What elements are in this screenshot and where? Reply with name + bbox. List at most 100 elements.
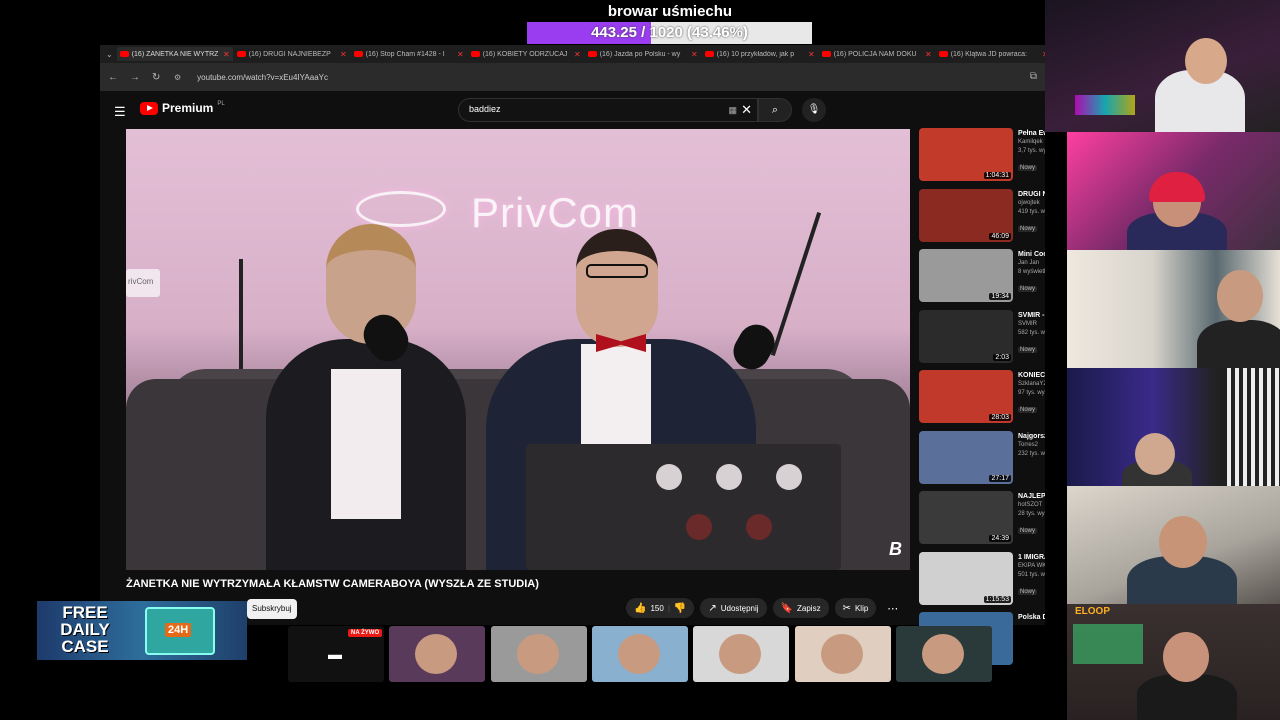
- like-button[interactable]: 👍 150 | 👎: [626, 598, 695, 618]
- more-options-icon[interactable]: ⋯: [882, 602, 903, 615]
- channel-avatar-tile[interactable]: [389, 626, 486, 682]
- recommendation-channel[interactable]: hotSZOT: [1018, 501, 1045, 510]
- recommendation-title[interactable]: Polska Decyd: [1018, 613, 1045, 622]
- search-input[interactable]: baddiez: [469, 104, 501, 114]
- promo-banner[interactable]: FREE DAILY CASE 24H: [37, 601, 247, 660]
- close-tab-icon[interactable]: ✕: [223, 50, 230, 59]
- browser-tab[interactable]: (16) KOBIETY ODRZUCAJ ✕: [468, 47, 584, 61]
- share-button[interactable]: ↗ Udostępnij: [700, 598, 767, 618]
- youtube-logo[interactable]: Premium PL: [140, 101, 225, 115]
- close-tab-icon[interactable]: ✕: [457, 50, 464, 59]
- recommendation-channel[interactable]: Kamilqek: [1018, 138, 1045, 147]
- close-tab-icon[interactable]: ✕: [574, 50, 581, 59]
- laptop-sticker: [716, 464, 742, 490]
- recommendation-thumbnail[interactable]: 28:03: [919, 370, 1013, 423]
- recommendation-channel[interactable]: SzklanaY2J: [1018, 380, 1045, 389]
- save-button[interactable]: 🔖 Zapisz: [772, 598, 829, 618]
- recommendation-channel[interactable]: SVMIR: [1018, 320, 1045, 329]
- recommendation-title[interactable]: KONIEC RAND MAMMON ZA: [1018, 371, 1045, 380]
- recommendation-title[interactable]: 1 IMIGRANT w: [1018, 553, 1045, 562]
- recommendation-item[interactable]: 27:17 Najgorszy RoTorres2232 tys. wyświet…: [919, 430, 1045, 486]
- youtube-favicon-icon: [587, 51, 597, 57]
- video-duration: 19:34: [989, 293, 1011, 300]
- close-tab-icon[interactable]: ✕: [691, 50, 698, 59]
- stream-screen: browar uśmiechu 443.25 / 1020 (43.46%) ⌄…: [0, 0, 1280, 720]
- host-man-shirt: [581, 344, 651, 454]
- logo-region: PL: [217, 101, 225, 107]
- recommendation-title[interactable]: Pełna Ewolucja (Ciemna Stro: [1018, 129, 1045, 138]
- recommendation-item[interactable]: 19:34 Mini Cooper SJan Jan8 wyświetleń Now…: [919, 249, 1045, 304]
- recommendation-item[interactable]: 46:09 DRUGI NAJNIEBEZPojwojtek419 tys. wy…: [919, 188, 1045, 244]
- recommendation-channel[interactable]: EKIPA WK: [1018, 562, 1045, 571]
- like-count: 150: [650, 603, 664, 613]
- video-duration: 24:39: [989, 535, 1011, 542]
- recommendation-channel[interactable]: Jan Jan: [1018, 259, 1045, 268]
- recommendation-thumbnail[interactable]: 27:17: [919, 430, 1013, 484]
- recommendation-channel[interactable]: Torres2: [1018, 441, 1045, 450]
- recommendation-info: SVMIR - NIE M (Official VideoSVMIR582 ty…: [1018, 311, 1045, 356]
- close-tab-icon[interactable]: ✕: [808, 50, 815, 59]
- search-box[interactable]: baddiez ▦ ✕: [458, 98, 758, 122]
- search-button[interactable]: ⌕: [758, 98, 792, 122]
- youtube-favicon-icon: [119, 51, 129, 57]
- avatar: [415, 634, 458, 674]
- url-field[interactable]: youtube.com/watch?v=xEu4IYAaaYc: [197, 73, 328, 82]
- browser-tab[interactable]: (16) ŻANETKA NIE WYTRZ ✕: [116, 47, 233, 61]
- recommendation-views: 501 tys. wyświetl: [1018, 571, 1045, 578]
- youtube-favicon-icon: [470, 51, 480, 57]
- recommendation-title[interactable]: NAJLEPSZY F RADO, MINI O: [1018, 492, 1045, 501]
- clip-button[interactable]: ✂ Klip: [834, 598, 877, 618]
- voice-search-button[interactable]: 🎙: [802, 98, 826, 122]
- promo-box-label: 24H: [165, 623, 192, 637]
- recommendation-channel[interactable]: ojwojtek: [1018, 199, 1045, 208]
- recommendation-title[interactable]: DRUGI NAJNIEBEZP: [1018, 190, 1045, 199]
- keyboard-icon[interactable]: ▦: [728, 105, 737, 116]
- recommendation-item[interactable]: 1:04:31 Pełna Ewolucja (Ciemna StroKamilq…: [919, 128, 1045, 183]
- browser-tab[interactable]: (16) POLICJA NAM DOKU ✕: [819, 47, 935, 61]
- recommendation-thumbnail[interactable]: 1:15:53: [919, 551, 1013, 605]
- recommendation-thumbnail[interactable]: 24:39: [919, 491, 1013, 544]
- youtube-favicon-icon: [353, 51, 363, 57]
- forward-arrow-icon[interactable]: →: [130, 72, 140, 83]
- recommendation-item[interactable]: 28:03 KONIEC RAND MAMMON ZASzklanaY2J97 t…: [919, 370, 1045, 425]
- channel-avatar-tile[interactable]: [591, 626, 688, 682]
- browser-tab[interactable]: (16) Klątwa JD powraca: ✕: [936, 47, 1045, 61]
- video-player[interactable]: PrivCom rivCom B: [126, 129, 910, 570]
- recommendation-title[interactable]: Mini Cooper S: [1018, 250, 1045, 259]
- channel-avatar-tile[interactable]: [895, 626, 992, 682]
- recommendation-item[interactable]: 24:39 NAJLEPSZY F RADO, MINI OhotSZOT28 t…: [919, 491, 1045, 546]
- tab-label: (16) DRUGI NAJNIEBEZP: [248, 50, 331, 58]
- thumbs-down-icon[interactable]: 👎: [674, 603, 686, 614]
- browser-tab[interactable]: (16) Jazda po Polsku - wy ✕: [585, 47, 701, 61]
- clear-search-icon[interactable]: ✕: [741, 102, 752, 118]
- channel-avatar-tile[interactable]: [794, 626, 891, 682]
- reload-icon[interactable]: ↻: [152, 72, 162, 83]
- browser-tab[interactable]: (16) Stop Cham #1428 - I ✕: [351, 47, 467, 61]
- recommendation-thumbnail[interactable]: 2:03: [919, 309, 1013, 363]
- channel-avatar-tile[interactable]: [490, 626, 587, 682]
- recommendation-title[interactable]: Najgorszy Ro: [1018, 432, 1045, 441]
- youtube-favicon-icon: [704, 51, 714, 57]
- recommendation-item[interactable]: 1:15:53 1 IMIGRANT wEKIPA WK501 tys. wyśw…: [919, 551, 1045, 607]
- site-info-icon[interactable]: ⚙: [174, 73, 181, 82]
- translate-icon[interactable]: ⧉: [1030, 71, 1037, 82]
- recommendation-item[interactable]: 2:03 SVMIR - NIE M (Official VideoSVMIR58…: [919, 309, 1045, 365]
- channel-avatar-tile[interactable]: [693, 626, 790, 682]
- new-badge: Nowy: [1018, 407, 1038, 413]
- browser-tab[interactable]: (16) 10 przykładów, jak p ✕: [702, 47, 818, 61]
- recommendation-title[interactable]: SVMIR - NIE M (Official Video: [1018, 311, 1045, 320]
- close-tab-icon[interactable]: ✕: [925, 50, 932, 59]
- webcam-2: [1067, 132, 1280, 250]
- hamburger-menu-icon[interactable]: ☰: [114, 104, 126, 120]
- close-tab-icon[interactable]: ✕: [340, 50, 347, 59]
- subscribe-button[interactable]: Subskrybuj: [247, 599, 297, 619]
- recommendation-thumbnail[interactable]: 46:09: [919, 188, 1013, 242]
- back-arrow-icon[interactable]: ←: [108, 72, 118, 83]
- youtube-header: ☰ Premium PL baddiez ▦ ✕ ⌕ 🎙: [100, 91, 1045, 131]
- recommendation-thumbnail[interactable]: 1:04:31: [919, 128, 1013, 181]
- browser-tab[interactable]: (16) DRUGI NAJNIEBEZP ✕: [234, 47, 350, 61]
- tab-list-chevron-icon[interactable]: ⌄: [106, 50, 113, 59]
- recommendation-thumbnail[interactable]: 19:34: [919, 249, 1013, 302]
- live-stream-tile[interactable]: NA ŻYWO ▬: [288, 626, 384, 682]
- share-label: Udostępnij: [720, 603, 759, 613]
